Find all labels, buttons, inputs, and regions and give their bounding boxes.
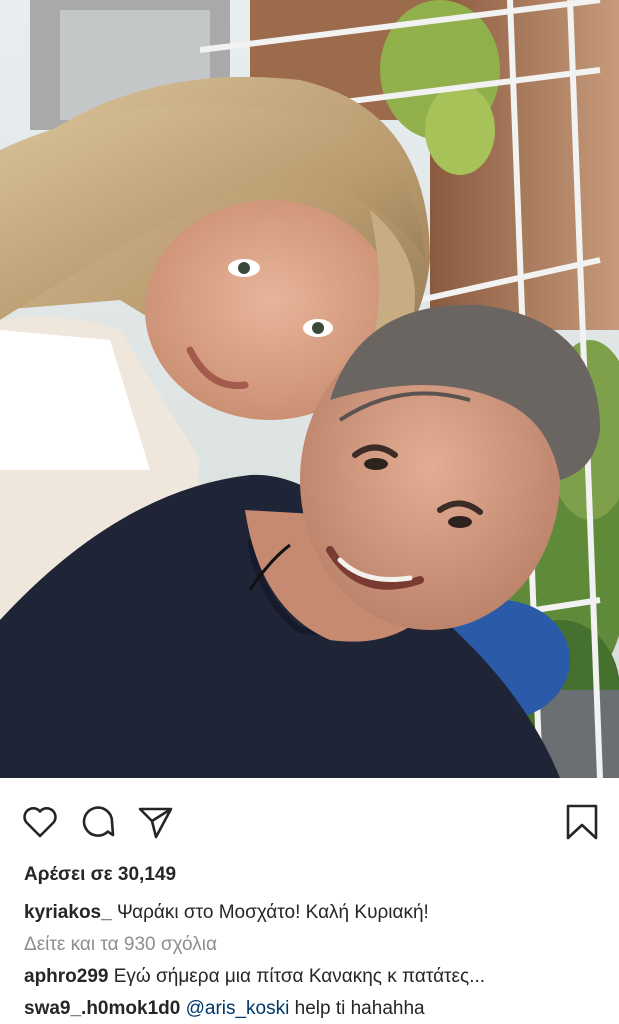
caption-username[interactable]: kyriakos_ (24, 902, 112, 923)
post-caption: kyriakos_ Ψαράκι στο Μοσχάτο! Καλή Κυρια… (24, 902, 604, 924)
comment-username[interactable]: swa9_.h0mok1d0 (24, 998, 180, 1019)
comment-item: swa9_.h0mok1d0 @aris_koski help ti hahah… (24, 998, 604, 1020)
comment-text: help ti hahahha (289, 998, 425, 1019)
comment-text: Εγώ σήμερα μια πίτσα Κανακης κ πατάτες..… (108, 966, 486, 987)
paper-plane-icon[interactable] (136, 802, 176, 842)
bookmark-icon[interactable] (562, 802, 602, 842)
likes-count[interactable]: Αρέσει σε 30,149 (24, 864, 176, 886)
comment-username[interactable]: aphro299 (24, 966, 108, 987)
heart-icon[interactable] (20, 802, 60, 842)
post-action-bar (0, 778, 619, 862)
comment-bubble-icon[interactable] (78, 802, 118, 842)
post-image[interactable] (0, 0, 619, 778)
caption-text: Ψαράκι στο Μοσχάτο! Καλή Κυριακή! (111, 902, 429, 923)
selfie-photo (0, 0, 619, 778)
comment-mention[interactable]: @aris_koski (180, 998, 290, 1019)
comment-item: aphro299 Εγώ σήμερα μια πίτσα Κανακης κ … (24, 966, 604, 988)
view-all-comments-link[interactable]: Δείτε και τα 930 σχόλια (24, 934, 604, 956)
